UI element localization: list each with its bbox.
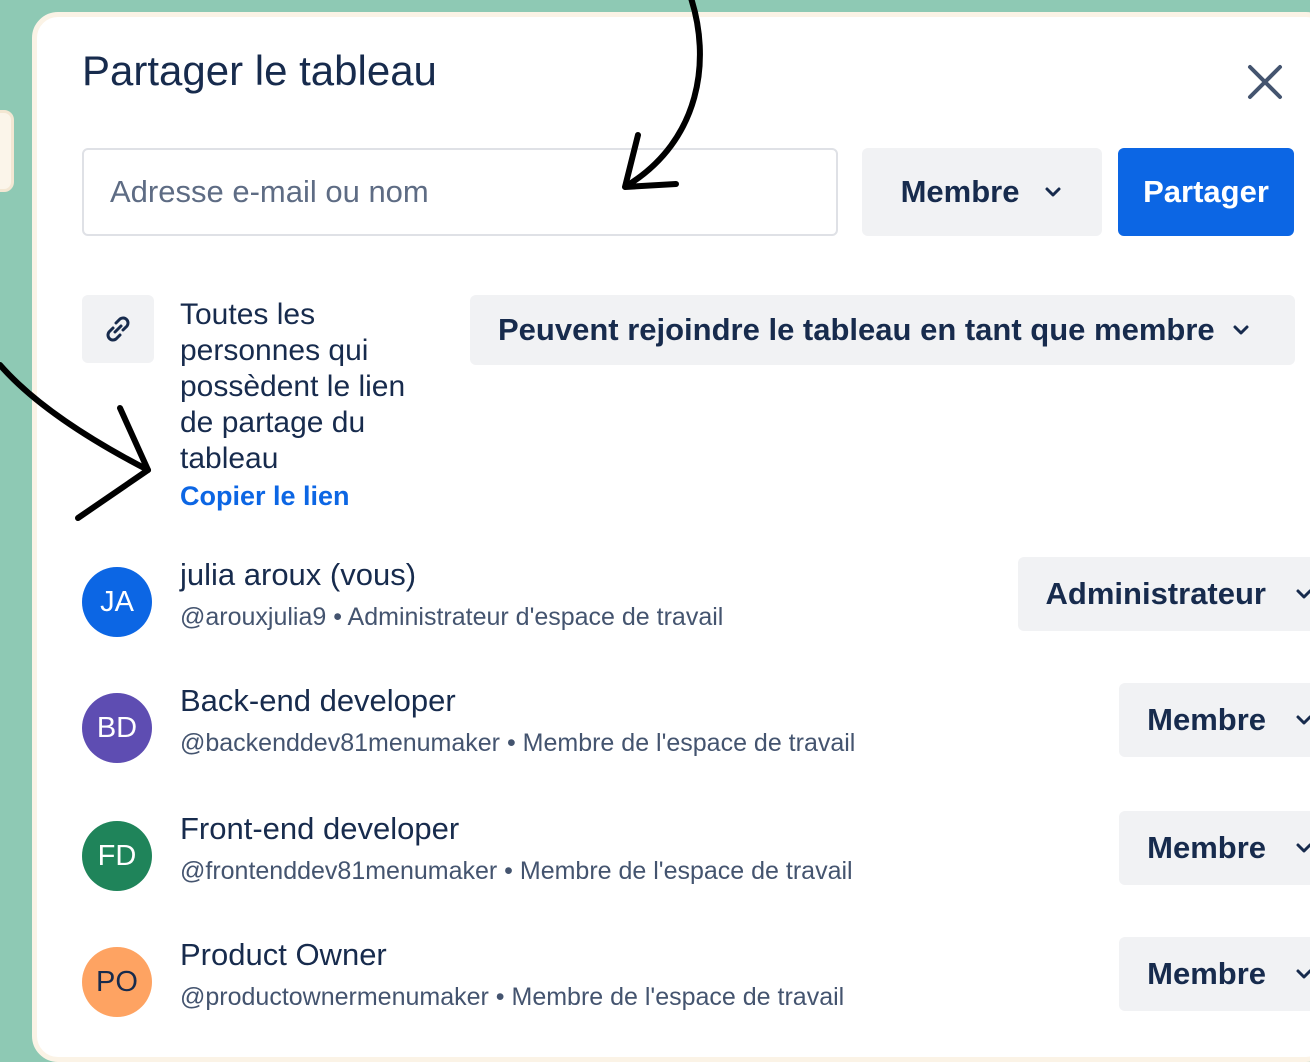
avatar[interactable]: BD [82,693,152,763]
member-name: julia aroux (vous) [180,557,417,592]
invite-role-label: Membre [900,174,1020,209]
avatar[interactable]: FD [82,821,152,891]
member-role-label: Administrateur [1045,576,1266,611]
avatar[interactable]: JA [82,567,152,637]
member-name: Back-end developer [180,683,456,718]
close-icon [1248,65,1282,99]
member-role-dropdown[interactable]: Membre [1119,937,1310,1011]
dialog-title: Partager le tableau [82,47,437,94]
chevron-down-icon [1296,969,1310,979]
member-row: JA julia aroux (vous) @arouxjulia9 • Adm… [82,557,1310,647]
member-role-label: Membre [1147,956,1266,991]
link-permission-dropdown[interactable]: Peuvent rejoindre le tableau en tant que… [470,295,1295,365]
member-row: BD Back-end developer @backenddev81menum… [82,683,1310,773]
member-subtitle: @frontenddev81menumaker • Membre de l'es… [180,857,853,885]
member-row: FD Front-end developer @frontenddev81men… [82,811,1310,901]
copy-link[interactable]: Copier le lien [180,481,350,512]
close-button[interactable] [1242,59,1288,105]
link-permission-label: Peuvent rejoindre le tableau en tant que… [498,312,1215,347]
chevron-down-icon [1296,589,1310,599]
member-row: PO Product Owner @productownermenumaker … [82,937,1310,1027]
member-name: Product Owner [180,937,387,972]
share-button[interactable]: Partager [1118,148,1294,236]
chevron-down-icon [1296,715,1310,725]
avatar[interactable]: PO [82,947,152,1017]
member-subtitle: @arouxjulia9 • Administrateur d'espace d… [180,603,724,631]
chevron-down-icon [1233,325,1249,335]
member-subtitle: @productownermenumaker • Membre de l'esp… [180,983,845,1011]
link-icon [106,316,130,342]
member-role-dropdown[interactable]: Membre [1119,683,1310,757]
member-subtitle: @backenddev81menumaker • Membre de l'esp… [180,729,856,757]
email-or-name-input[interactable] [82,148,838,236]
member-role-dropdown[interactable]: Membre [1119,811,1310,885]
background-card-edge [0,110,14,192]
member-name: Front-end developer [180,811,460,846]
share-board-dialog: Partager le tableau Membre Partager Tout… [32,12,1310,1062]
link-icon-box [82,295,154,363]
chevron-down-icon [1296,843,1310,853]
share-link-description: Toutes les personnes qui possèdent le li… [180,298,406,475]
invite-role-dropdown[interactable]: Membre [862,148,1102,236]
member-role-label: Membre [1147,830,1266,865]
chevron-down-icon [1045,187,1061,197]
member-role-label: Membre [1147,702,1266,737]
member-role-dropdown[interactable]: Administrateur [1017,557,1310,631]
